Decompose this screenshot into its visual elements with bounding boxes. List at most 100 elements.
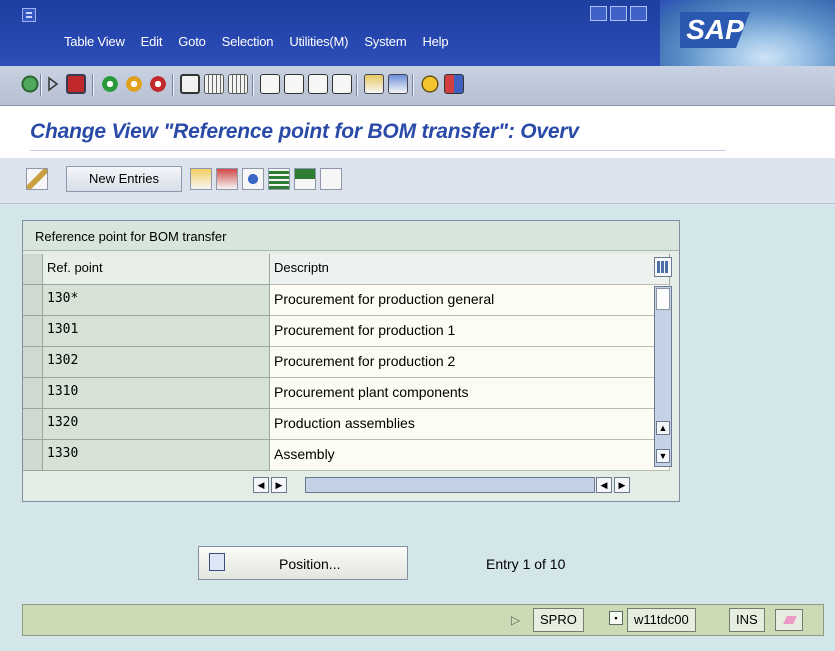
scroll-left-icon[interactable]: ◀ [253,477,269,493]
menu-edit[interactable]: Edit [141,34,163,49]
entry-counter: Entry 1 of 10 [486,556,566,572]
layout-menu-icon[interactable] [444,74,464,94]
ref-point-cell: 1320 [43,409,270,440]
standard-toolbar [0,66,835,106]
delete-icon[interactable] [216,168,238,190]
menu-system[interactable]: System [364,34,406,49]
description-field[interactable]: Assembly [270,440,670,471]
back-icon[interactable] [100,74,120,94]
previous-page-icon[interactable] [284,74,304,94]
menu-utilities[interactable]: Utilities(M) [289,34,348,49]
row-selector[interactable] [23,378,43,409]
table-row: 1310 Procurement plant components [23,378,679,409]
create-session-icon[interactable] [364,74,384,94]
menu-help[interactable]: Help [422,34,448,49]
select-all-cell[interactable] [23,254,43,285]
exit-icon[interactable] [124,74,144,94]
menu-selection[interactable]: Selection [222,34,274,49]
row-selector[interactable] [23,440,43,471]
toolbar-separator [40,74,42,96]
scroll-left-icon[interactable]: ◀ [596,477,612,493]
table-control: Reference point for BOM transfer Ref. po… [22,220,680,502]
system-info-icon[interactable]: ▪ [609,611,623,625]
maximize-icon[interactable] [610,6,627,21]
row-selector[interactable] [23,347,43,378]
menu-bar: Table View Edit Goto Selection Utilities… [64,34,464,49]
ref-point-cell: 1301 [43,316,270,347]
select-all-icon[interactable] [268,168,290,190]
description-field[interactable]: Production assemblies [270,409,670,440]
enter-icon[interactable] [20,74,40,94]
insert-mode[interactable]: INS [729,608,765,632]
find-icon[interactable] [204,74,224,94]
ref-point-cell: 1302 [43,347,270,378]
page-title: Change View "Reference point for BOM tra… [30,120,579,143]
table-header-row: Ref. point Descriptn [23,254,679,285]
column-header-ref-point[interactable]: Ref. point [43,254,270,285]
toolbar-separator [412,74,414,96]
ref-point-cell: 130* [43,285,270,316]
undo-change-icon[interactable] [242,168,264,190]
new-entries-button[interactable]: New Entries [66,166,182,192]
secure-connection-icon [775,609,803,631]
server-name: w11tdc00 [627,608,696,632]
toolbar-separator [252,74,254,96]
next-page-icon[interactable] [308,74,328,94]
vertical-scrollbar[interactable]: ▲ ▼ [654,286,672,467]
column-header-description[interactable]: Descriptn [270,254,670,285]
table-row: 1320 Production assemblies [23,409,679,440]
position-button-label: Position... [279,556,341,572]
status-bar: ▷ SPRO ▪ w11tdc00 INS [22,604,824,636]
row-selector[interactable] [23,285,43,316]
description-field[interactable]: Procurement for production general [270,285,670,316]
scroll-right-icon[interactable]: ▶ [271,477,287,493]
toolbar-separator [92,74,94,96]
work-area: Reference point for BOM transfer Ref. po… [0,204,835,651]
menu-goto[interactable]: Goto [178,34,206,49]
scroll-down-icon[interactable]: ▼ [656,449,670,463]
minimize-icon[interactable] [590,6,607,21]
status-expand-icon[interactable]: ▷ [511,613,520,627]
system-menu-icon[interactable] [22,8,36,22]
help-icon[interactable] [420,74,440,94]
table-caption-text: Reference point for BOM transfer [35,229,227,244]
print-icon[interactable] [180,74,200,94]
scroll-right-icon[interactable]: ▶ [614,477,630,493]
table-row: 1301 Procurement for production 1 [23,316,679,347]
title-area: Change View "Reference point for BOM tra… [0,106,835,158]
description-field[interactable]: Procurement for production 2 [270,347,670,378]
table-row: 130* Procurement for production general [23,285,679,316]
table-caption: Reference point for BOM transfer [23,221,679,251]
horizontal-scrollbar[interactable] [305,477,595,493]
position-icon [209,553,225,571]
close-window-icon[interactable] [630,6,647,21]
table-row: 1302 Procurement for production 2 [23,347,679,378]
save-icon[interactable] [66,74,86,94]
select-block-icon[interactable] [294,168,316,190]
table-settings-icon[interactable] [654,257,672,277]
scroll-up-icon[interactable]: ▲ [656,421,670,435]
window-controls [590,6,647,21]
last-page-icon[interactable] [332,74,352,94]
first-page-icon[interactable] [260,74,280,94]
change-display-icon[interactable] [26,168,48,190]
row-selector[interactable] [23,409,43,440]
key-columns-scroll: ◀ ▶ [253,477,289,493]
deselect-all-icon[interactable] [320,168,342,190]
position-button[interactable]: Position... [198,546,408,580]
copy-as-icon[interactable] [190,168,212,190]
cancel-icon[interactable] [148,74,168,94]
menu-table-view[interactable]: Table View [64,34,125,49]
transaction-code: SPRO [533,608,584,632]
title-divider [30,150,726,151]
vertical-scroll-thumb[interactable] [656,288,670,310]
description-field[interactable]: Procurement for production 1 [270,316,670,347]
find-next-icon[interactable] [228,74,248,94]
description-field[interactable]: Procurement plant components [270,378,670,409]
row-selector[interactable] [23,316,43,347]
table-row: 1330 Assembly [23,440,679,471]
application-toolbar: New Entries [0,158,835,204]
create-shortcut-icon[interactable] [388,74,408,94]
command-field-icon[interactable] [44,75,62,93]
toolbar-separator [172,74,174,96]
